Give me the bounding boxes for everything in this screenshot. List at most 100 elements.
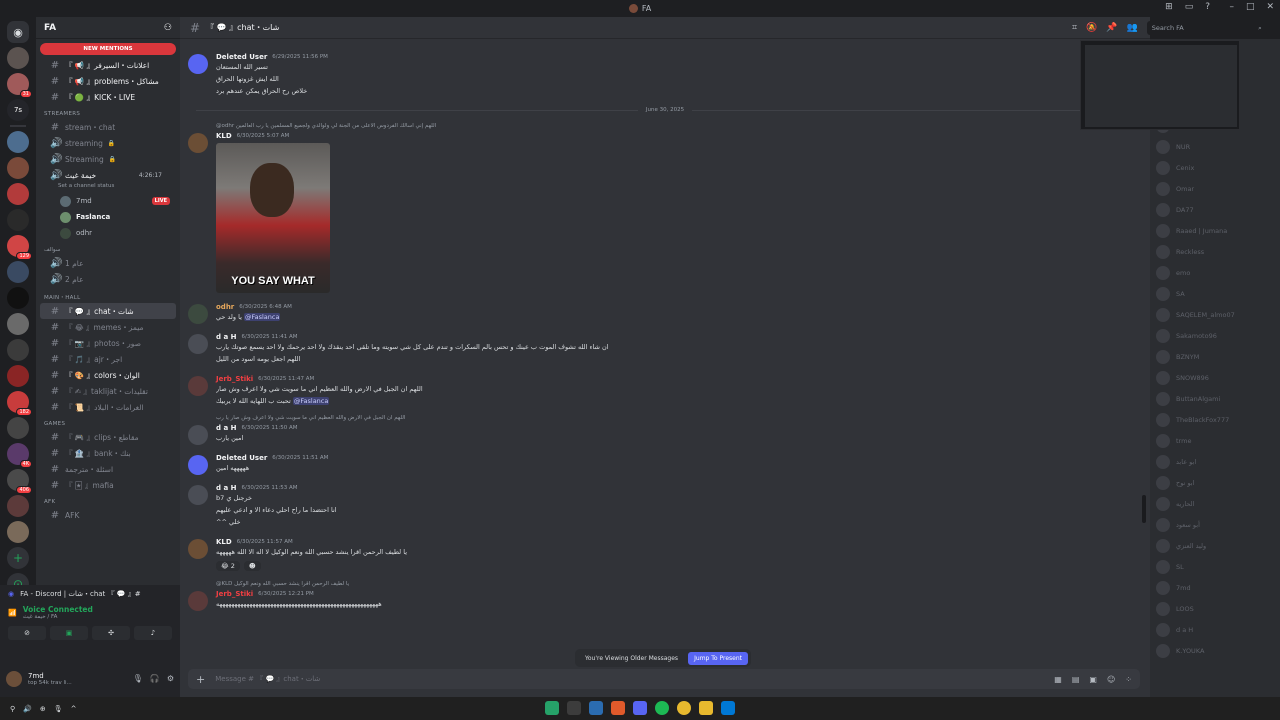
member-item[interactable]: ButtanAlgami	[1150, 388, 1280, 409]
member-item[interactable]: ابو نوح	[1150, 472, 1280, 493]
maximize-icon[interactable]: □	[1246, 2, 1255, 12]
user-mention[interactable]: @Faslanca	[292, 397, 330, 405]
server-icon[interactable]	[7, 495, 29, 517]
emoji-icon[interactable]: ☺	[1107, 675, 1115, 684]
activities-icon[interactable]: ✣	[92, 626, 130, 640]
avatar[interactable]	[188, 304, 208, 324]
username[interactable]: KLD	[216, 132, 232, 140]
members-icon[interactable]: 👥	[1127, 23, 1138, 33]
message[interactable]: odhr 6/30/2025 6:48 AM يا ولد حي @Faslanc…	[180, 301, 1150, 325]
new-mentions-bar[interactable]: NEW MENTIONS	[40, 43, 176, 55]
member-item[interactable]: SAQELEM_almo07	[1150, 304, 1280, 325]
member-list[interactable]: RBX SaberNURCenixOmarDA77Raaed | JumanaR…	[1150, 39, 1280, 697]
channel-item[interactable]: # 『 😂 』memes・ميمز	[40, 319, 176, 335]
voice-channel-item[interactable]: 🔊 عام 2	[40, 271, 176, 287]
stream-preview[interactable]	[1080, 40, 1240, 130]
server-icon[interactable]: 4K	[7, 443, 32, 468]
member-item[interactable]: 7md	[1150, 577, 1280, 598]
voice-channel-item[interactable]: 🔊 Streaming 🔒	[40, 151, 176, 167]
channel-item[interactable]: # 『 🟢 』KICK・LIVE	[40, 89, 176, 105]
apps-icon[interactable]: ⁘	[1125, 675, 1132, 684]
message[interactable]: KLD 6/30/2025 11:57 AM يا لطيف الرحمن اقر…	[180, 536, 1150, 573]
member-item[interactable]: وليد العنزي	[1150, 535, 1280, 556]
server-icon[interactable]	[7, 417, 29, 439]
close-icon[interactable]: ✕	[1266, 2, 1274, 12]
voice-channel-active[interactable]: 🔊 خيمة غيث 4:26:17	[40, 167, 176, 183]
message[interactable]: Deleted User 6/30/2025 11:51 AM هههههه ام…	[180, 452, 1150, 476]
server-icon[interactable]	[7, 287, 29, 309]
member-item[interactable]: K.YOUKA	[1150, 640, 1280, 661]
message[interactable]: d a H 6/30/2025 11:53 AM خرجنل ي b7 انا ا…	[180, 482, 1150, 530]
message[interactable]: @odhr اللهم إني أسألك الفردوس الأعلى من …	[180, 121, 1150, 295]
discord-app-icon[interactable]	[633, 701, 647, 715]
gif-embed[interactable]: YOU SAY WHAT	[216, 143, 330, 293]
member-item[interactable]: LOOS	[1150, 598, 1280, 619]
message-list[interactable]: Deleted User 6/29/2025 11:56 PM تسير الله…	[180, 39, 1150, 669]
server-icon[interactable]	[7, 209, 29, 231]
voice-connected-label[interactable]: Voice Connected	[23, 605, 93, 614]
channel-item[interactable]: # 『 🃏 』mafia	[40, 477, 176, 493]
gif-icon[interactable]: ▤	[1072, 675, 1080, 684]
activity-row[interactable]: ◉ FA - Discord | شات・chat 『 💬 』#	[0, 585, 180, 603]
message[interactable]: Jerb_Stiki 6/30/2025 11:47 AM اللهم ان ال…	[180, 373, 1150, 409]
screen-share-icon[interactable]: ▣	[50, 626, 88, 640]
avatar[interactable]	[188, 425, 208, 445]
channel-item-selected[interactable]: # 『 💬 』chat・شات	[40, 303, 176, 319]
add-reaction-button[interactable]: ☻	[243, 561, 261, 571]
member-item[interactable]: SL	[1150, 556, 1280, 577]
chevron-up-icon[interactable]: ^	[71, 705, 77, 713]
threads-icon[interactable]: ⌗	[1072, 23, 1077, 33]
channel-item[interactable]: # 『 ✍ 』taklijat・تقليدات	[40, 383, 176, 399]
tray-icons[interactable]: ⚲	[10, 705, 15, 713]
server-icon[interactable]	[7, 365, 29, 387]
minimize-icon[interactable]: –	[1229, 2, 1234, 12]
avatar[interactable]	[188, 485, 208, 505]
notifications-muted-icon[interactable]: 🔕	[1086, 23, 1097, 33]
member-item[interactable]: أبو سعود	[1150, 514, 1280, 535]
server-icon[interactable]: 7s	[7, 99, 29, 121]
member-item[interactable]: SA	[1150, 283, 1280, 304]
server-icon[interactable]: 182	[7, 391, 32, 416]
server-icon[interactable]	[7, 183, 29, 205]
channel-item[interactable]: # AFK	[40, 507, 176, 523]
avatar[interactable]	[188, 539, 208, 559]
server-icon[interactable]	[7, 313, 29, 335]
voice-channel-label[interactable]: خيمة غيث / FA	[23, 614, 93, 620]
windows-start-icon[interactable]	[721, 701, 735, 715]
member-item[interactable]: SNOW896	[1150, 367, 1280, 388]
voice-channel-item[interactable]: 🔊 streaming 🔒	[40, 135, 176, 151]
microphone-icon[interactable]: 🎙	[133, 674, 143, 683]
volume-icon[interactable]: 🔊	[23, 705, 32, 713]
camera-off-icon[interactable]: ⊘	[8, 626, 46, 640]
voice-user[interactable]: Faslanca	[36, 209, 180, 225]
mic-icon[interactable]: 🎙	[54, 705, 63, 713]
avatar[interactable]	[188, 455, 208, 475]
member-item[interactable]: Reckless	[1150, 241, 1280, 262]
username[interactable]: odhr	[216, 303, 234, 311]
folder-icon[interactable]	[699, 701, 713, 715]
server-icon[interactable]	[7, 261, 29, 283]
member-item[interactable]: Omar	[1150, 178, 1280, 199]
avatar[interactable]	[188, 54, 208, 74]
message[interactable]: d a H 6/30/2025 11:41 AM ان شاء الله تشوف…	[180, 331, 1150, 367]
member-item[interactable]: emo	[1150, 262, 1280, 283]
username[interactable]: KLD	[216, 538, 232, 546]
spotify-icon[interactable]	[655, 701, 669, 715]
reaction-button[interactable]: 😂 2	[216, 561, 240, 571]
search-input[interactable]: Search FA ⌕	[1146, 21, 1267, 35]
discord-home-icon[interactable]: ◉	[7, 21, 29, 43]
app-icon[interactable]	[611, 701, 625, 715]
category-main[interactable]: MAIN・HALL	[36, 287, 180, 303]
reply-preview[interactable]: @odhr اللهم إني أسألك الفردوس الأعلى من …	[216, 123, 1134, 132]
channel-item[interactable]: # 『 📢 』problems・مشاكل	[40, 73, 176, 89]
jump-to-present-button[interactable]: Jump To Present	[688, 651, 748, 665]
channel-item[interactable]: # 『 📜 』الغرامات・البلاد	[40, 399, 176, 415]
reply-preview[interactable]: @KLD يا لطيف الرحمن اقرا ينشد حسبي الله …	[216, 581, 1134, 590]
member-item[interactable]: ابو عابد	[1150, 451, 1280, 472]
message[interactable]: اللهم ان الجبل في الارض والله العظيم اني…	[180, 413, 1150, 446]
app-icon[interactable]	[545, 701, 559, 715]
username[interactable]: Deleted User	[216, 454, 267, 462]
message[interactable]: @KLD يا لطيف الرحمن اقرا ينشد حسبي الله …	[180, 579, 1150, 612]
network-icon[interactable]: ⊕	[40, 705, 46, 713]
soundboard-icon[interactable]: ♪	[134, 626, 172, 640]
